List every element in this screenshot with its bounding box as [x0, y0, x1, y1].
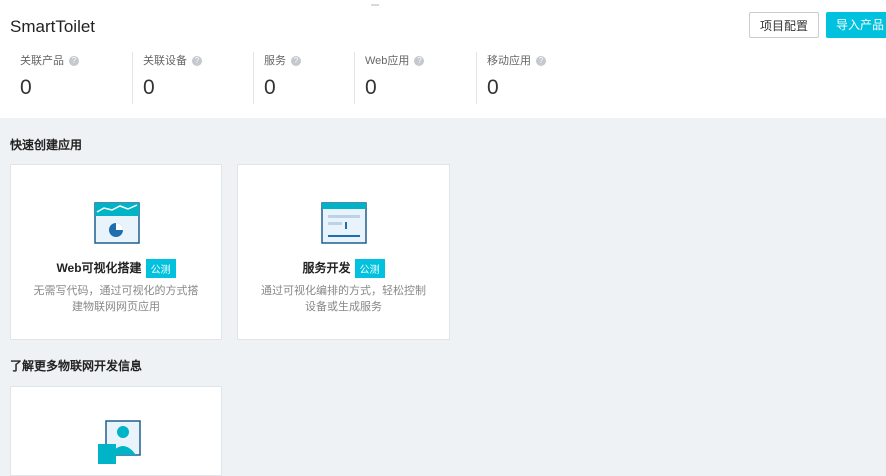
- stat-web-apps: Web应用? 0: [354, 52, 473, 104]
- project-config-button[interactable]: 项目配置: [749, 12, 819, 38]
- card-title: Web可视化搭建 公测: [11, 259, 221, 279]
- help-icon[interactable]: ?: [414, 56, 425, 67]
- stat-services: 服务? 0: [253, 52, 354, 104]
- help-icon[interactable]: ?: [536, 56, 546, 67]
- card-name: Web可视化搭建: [56, 261, 142, 275]
- card-learn-more[interactable]: [10, 386, 222, 476]
- top-scroll-indicator: [371, 4, 379, 6]
- beta-badge: 公测: [354, 259, 385, 279]
- beta-badge: 公测: [145, 259, 176, 279]
- help-icon[interactable]: ?: [291, 56, 301, 67]
- card-description: 无需写代码，通过可视化的方式搭建物联网网页应用: [33, 285, 199, 313]
- learn-more-title: 了解更多物联网开发信息: [10, 359, 143, 373]
- stat-linked-devices: 关联设备? 0: [132, 52, 249, 104]
- card-web-visual[interactable]: Web可视化搭建 公测 无需写代码，通过可视化的方式搭建物联网网页应用: [10, 164, 222, 340]
- stat-label: 服务: [264, 55, 286, 67]
- stat-mobile-apps: 移动应用? 0: [476, 52, 597, 104]
- quick-create-title: 快速创建应用: [10, 138, 83, 152]
- stat-label: 关联产品: [20, 55, 64, 67]
- stat-label: 关联设备: [143, 55, 187, 67]
- stat-label: Web应用: [365, 55, 410, 67]
- help-icon[interactable]: ?: [69, 56, 79, 67]
- stat-value: 0: [365, 76, 377, 99]
- stat-value: 0: [143, 76, 155, 99]
- stat-value: 0: [264, 76, 276, 99]
- card-title: 服务开发 公测: [238, 259, 449, 279]
- stat-value: 0: [20, 76, 32, 99]
- card-name: 服务开发: [302, 261, 351, 275]
- import-product-button[interactable]: 导入产品: [826, 12, 886, 38]
- project-header: SmartToilet 项目配置 导入产品 关联产品? 0 关联设备? 0 服务…: [0, 0, 886, 118]
- stat-label: 移动应用: [487, 55, 531, 67]
- stat-value: 0: [487, 76, 499, 99]
- help-icon[interactable]: ?: [192, 56, 202, 67]
- project-title: SmartToilet: [10, 17, 96, 36]
- service-dev-icon: [321, 202, 367, 249]
- card-service-dev[interactable]: 服务开发 公测 通过可视化编排的方式，轻松控制设备或生成服务: [237, 164, 450, 340]
- web-visual-icon: [94, 202, 140, 249]
- card-description: 通过可视化编排的方式，轻松控制设备或生成服务: [261, 285, 426, 313]
- stat-linked-products: 关联产品? 0: [10, 52, 130, 104]
